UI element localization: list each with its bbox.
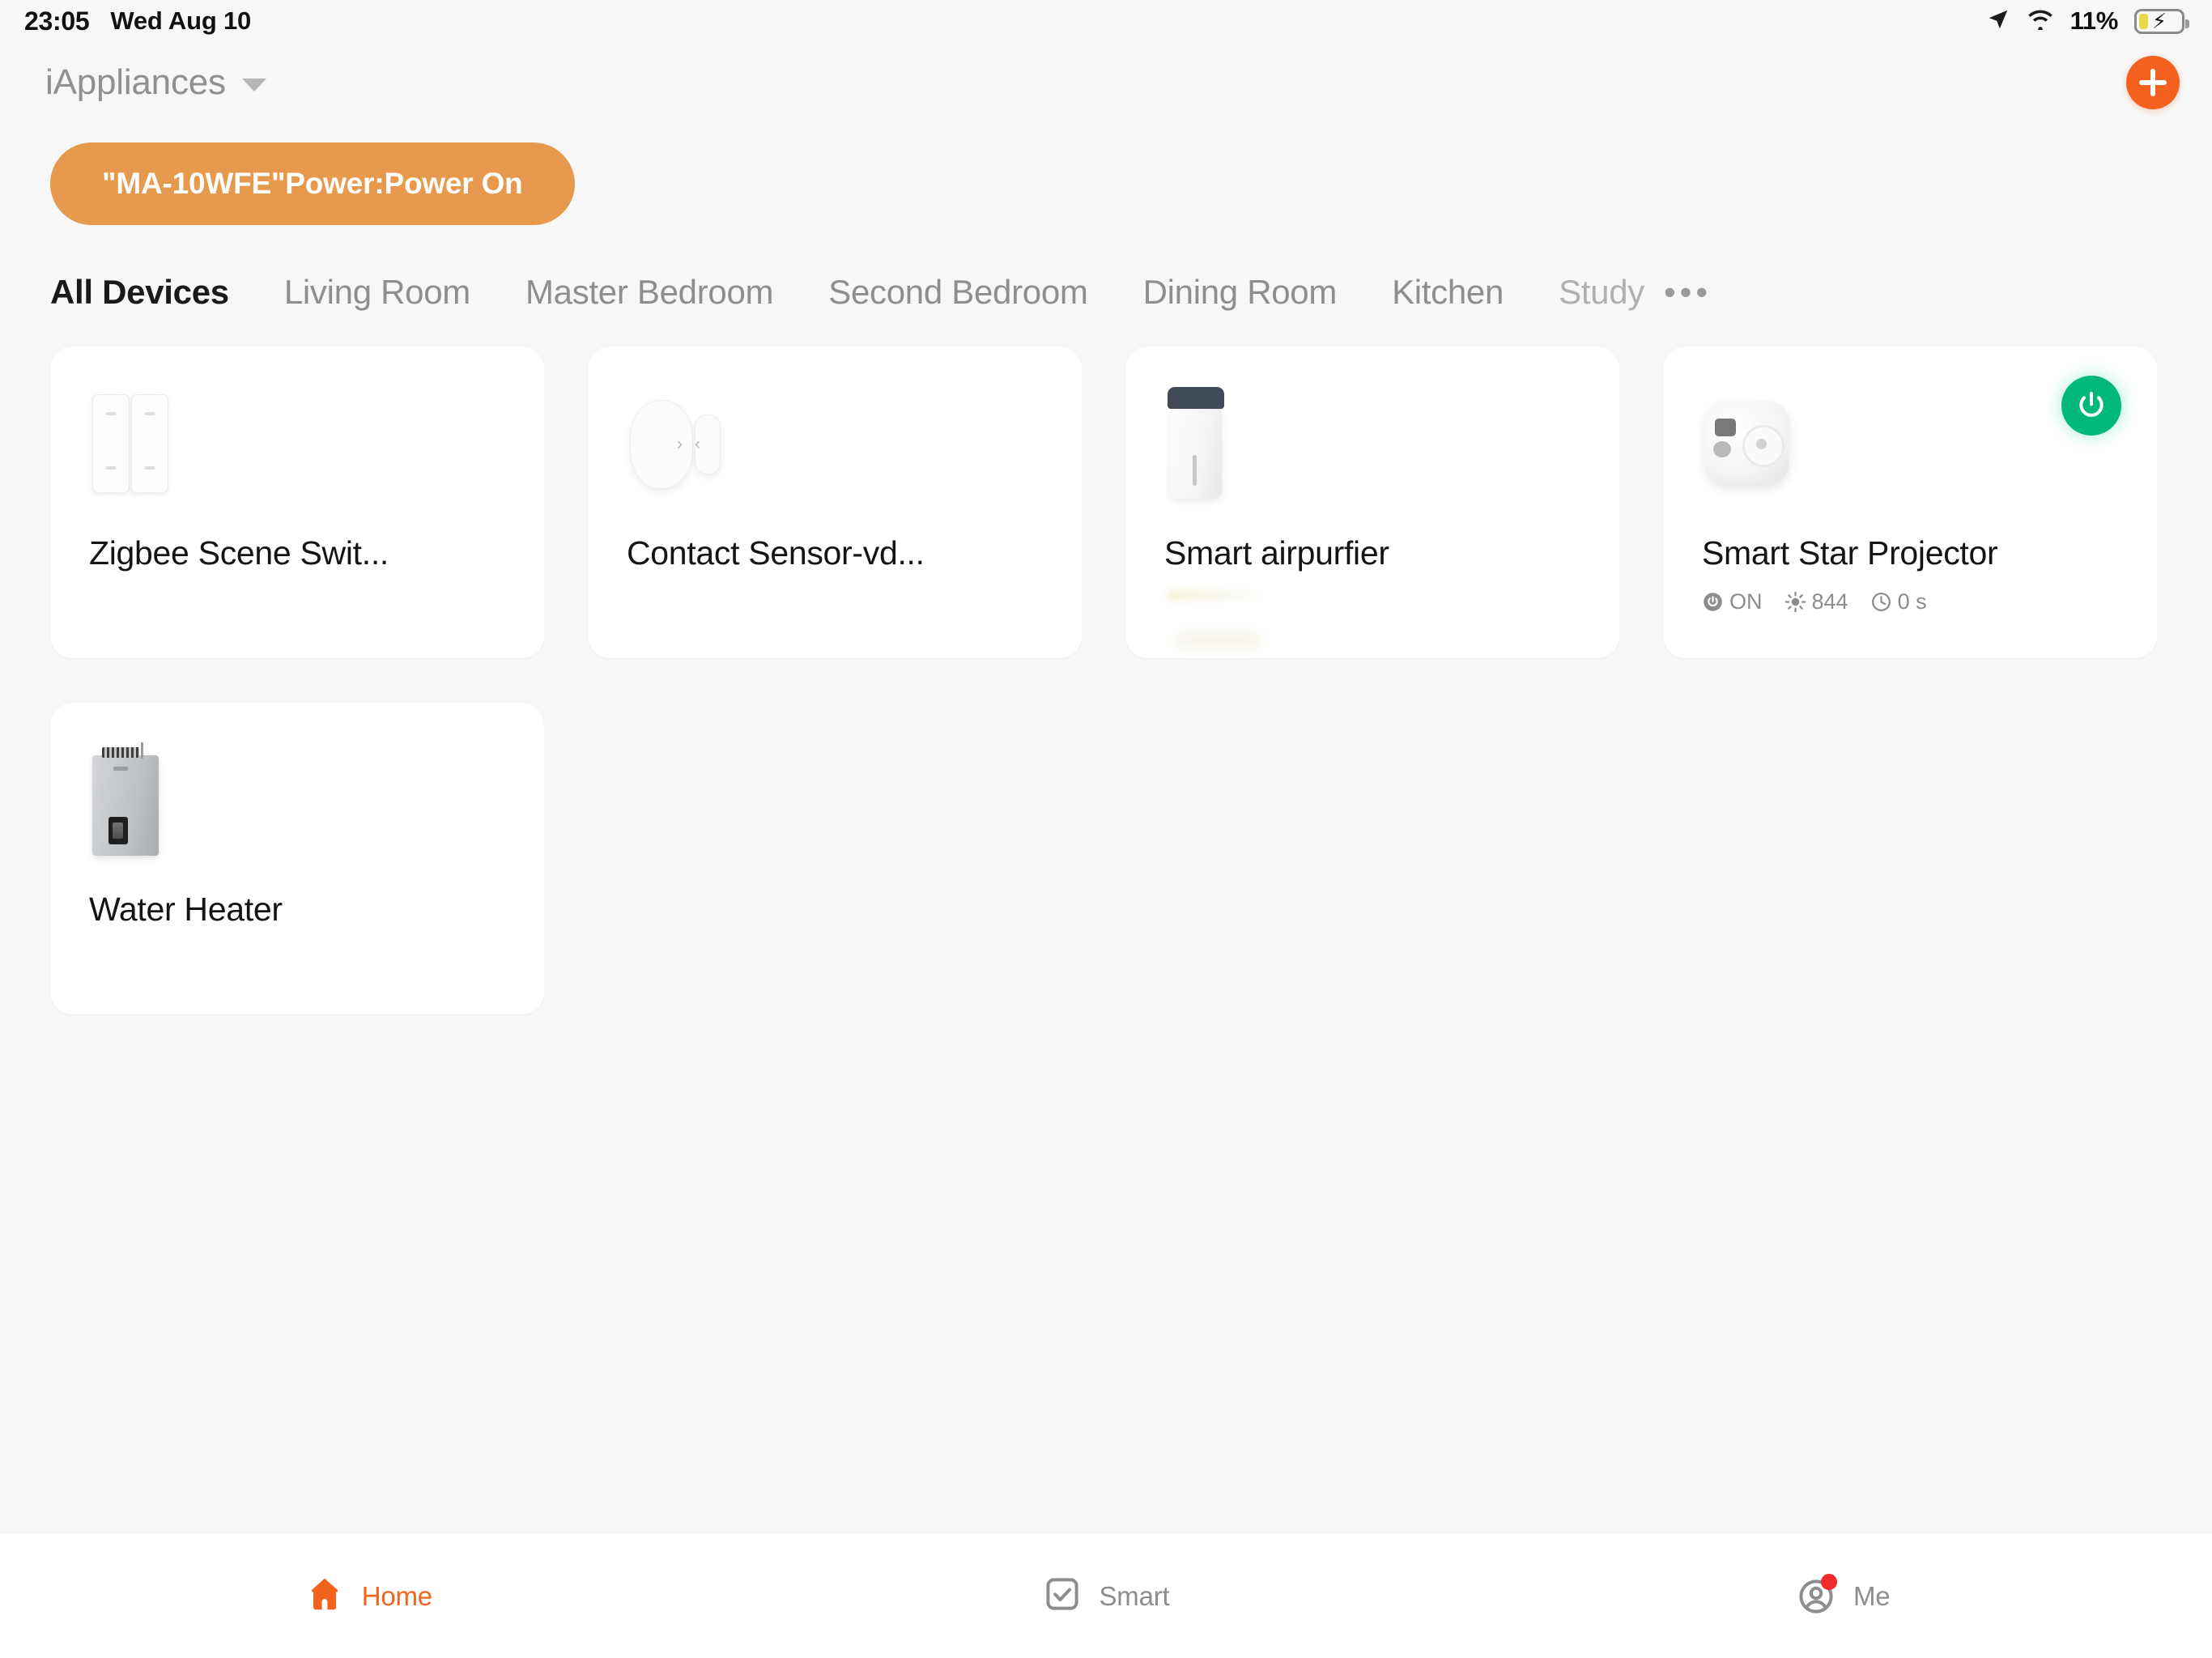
device-name: Water Heater (89, 891, 283, 928)
home-selector[interactable]: iAppliances (45, 62, 266, 103)
device-card-contact-sensor[interactable]: › ‹ Contact Sensor-vd... (588, 346, 1082, 658)
status-bar: 23:05 Wed Aug 10 11% ⚡ (0, 0, 2212, 42)
device-status-row: ON 844 0 s (1702, 589, 1938, 614)
tab-kitchen[interactable]: Kitchen (1392, 273, 1504, 312)
toast-container: "MA-10WFE"Power:Power On (0, 123, 2212, 244)
nav-item-smart[interactable]: Smart (738, 1575, 1475, 1618)
nav-label-smart: Smart (1099, 1580, 1170, 1611)
status-date: Wed Aug 10 (110, 6, 252, 35)
tab-living-room[interactable]: Living Room (284, 273, 470, 312)
device-card-smart-airpurifier[interactable]: Smart airpurfier (1125, 346, 1619, 658)
status-bar-left: 23:05 Wed Aug 10 (24, 6, 251, 36)
device-card-water-heater[interactable]: Water Heater (50, 703, 544, 1014)
wifi-icon (2027, 9, 2054, 34)
location-arrow-icon (1986, 7, 2010, 36)
status-timer: 0 s (1870, 589, 1927, 614)
status-timer-value: 0 s (1897, 589, 1927, 614)
status-brightness: 844 (1784, 589, 1848, 614)
device-status-artifact (1168, 589, 1265, 601)
nav-item-home[interactable]: Home (0, 1575, 738, 1618)
person-circle-icon (1797, 1573, 1837, 1616)
device-name: Smart Star Projector (1702, 534, 1998, 572)
notification-badge (1820, 1573, 1837, 1590)
air-purifier-icon (1163, 382, 1582, 504)
status-power-value: ON (1729, 589, 1763, 614)
home-name-label: iAppliances (45, 62, 226, 102)
brightness-icon (1784, 591, 1806, 613)
status-brightness-value: 844 (1811, 589, 1848, 614)
status-power: ON (1702, 589, 1763, 614)
device-card-zigbee-scene-switch[interactable]: Zigbee Scene Swit... (50, 346, 544, 658)
app-root: 23:05 Wed Aug 10 11% ⚡ iAppliances "MA-1… (0, 0, 2212, 1658)
water-heater-icon (87, 738, 507, 860)
bottom-navigation: Home Smart Me (0, 1534, 2212, 1658)
tab-master-bedroom[interactable]: Master Bedroom (525, 273, 774, 312)
power-icon (2079, 392, 2104, 417)
add-device-button[interactable] (2126, 56, 2180, 109)
status-bar-right: 11% ⚡ (1986, 6, 2189, 36)
nav-item-me[interactable]: Me (1474, 1573, 2212, 1616)
device-name: Smart airpurfier (1164, 534, 1389, 572)
tabs-overflow-button[interactable]: ••• (1664, 273, 1712, 312)
device-status-artifact-2 (1176, 631, 1261, 649)
room-tabs[interactable]: All Devices Living Room Master Bedroom S… (0, 244, 2212, 340)
nav-label-me: Me (1853, 1580, 1891, 1611)
device-power-toggle[interactable] (2061, 376, 2121, 436)
device-name: Contact Sensor-vd... (627, 534, 925, 572)
star-projector-icon (1700, 382, 2120, 504)
tab-dining-room[interactable]: Dining Room (1143, 273, 1338, 312)
tab-study[interactable]: Study (1559, 273, 1644, 312)
toast-message: "MA-10WFE"Power:Power On (50, 142, 575, 225)
battery-percent: 11% (2069, 6, 2119, 35)
chevron-down-icon (241, 79, 266, 91)
status-time: 23:05 (24, 6, 90, 36)
battery-charging-icon: ⚡ (2134, 8, 2189, 34)
wall-switch-icon (87, 382, 507, 504)
app-header: iAppliances (0, 42, 2212, 123)
checkbox-icon (1043, 1575, 1082, 1618)
power-icon (1704, 593, 1722, 611)
clock-icon (1871, 593, 1891, 611)
tab-second-bedroom[interactable]: Second Bedroom (828, 273, 1088, 312)
contact-sensor-icon: › ‹ (625, 382, 1044, 504)
tab-all-devices[interactable]: All Devices (50, 273, 229, 312)
nav-label-home: Home (361, 1580, 432, 1611)
device-card-smart-star-projector[interactable]: Smart Star Projector ON 844 0 s (1663, 346, 2157, 658)
device-name: Zigbee Scene Swit... (89, 534, 389, 572)
device-grid: Zigbee Scene Swit... › ‹ Contact Sensor-… (0, 340, 2212, 1534)
house-icon (305, 1575, 344, 1618)
